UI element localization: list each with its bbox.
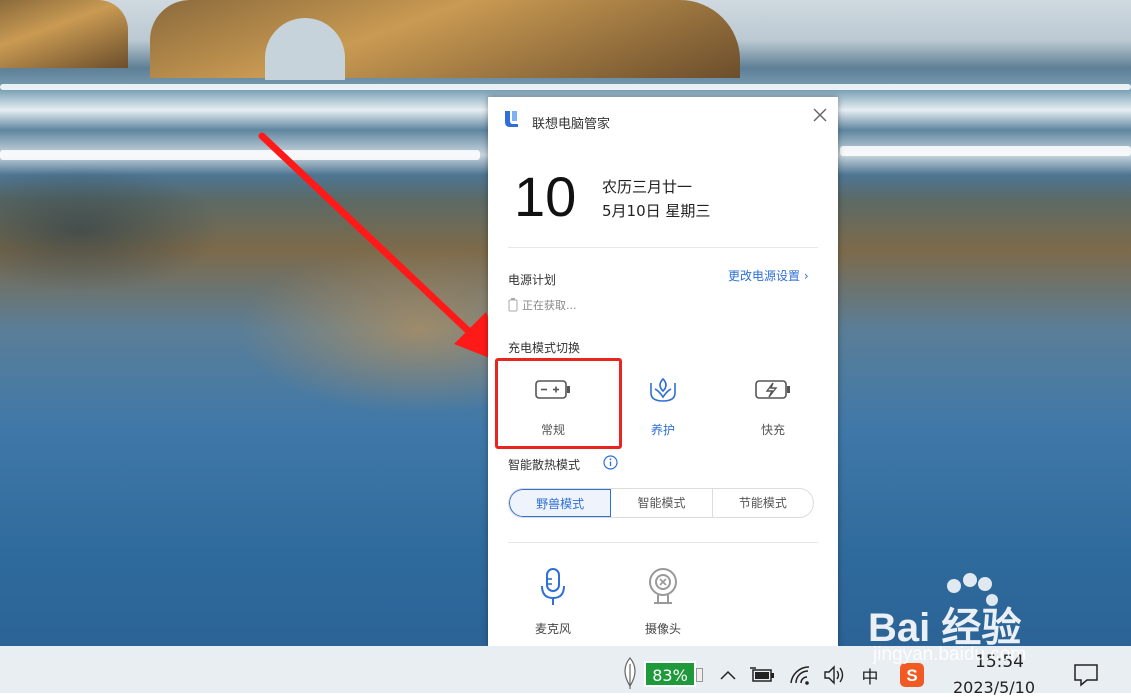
power-status: 正在获取... (508, 297, 577, 313)
battery-small-icon (508, 298, 518, 312)
watermark-site: jingyan.baidu.com (873, 644, 1027, 665)
charge-mode-care-label: 养护 (650, 423, 675, 437)
charge-mode-fast-button[interactable]: 快充 (723, 361, 823, 441)
lenovo-pc-manager-popup: 联想电脑管家 10 农历三月廿一 5月10日 星期三 电源计划 更改电源设置 ›… (488, 97, 838, 647)
show-hidden-icons-button[interactable] (716, 660, 740, 690)
red-highlight-box (495, 358, 622, 449)
battery-tip (696, 668, 703, 682)
charge-mode-fast-label: 快充 (760, 423, 785, 437)
close-icon[interactable] (811, 106, 829, 124)
network-tray-button[interactable] (788, 660, 814, 690)
battery-fast-charge-icon (755, 380, 790, 399)
volume-tray-button[interactable] (822, 660, 848, 690)
battery-percentage-indicator[interactable]: 83% (644, 661, 696, 687)
lunar-date: 农历三月廿一 (602, 178, 693, 196)
chevron-up-icon (720, 670, 736, 680)
date-weekday: 5月10日 星期三 (602, 202, 711, 220)
charge-mode-label: 充电模式切换 (508, 341, 581, 355)
battery-plug-icon (750, 667, 774, 682)
lenovo-manager-logo (505, 111, 518, 127)
battery-care-icon (650, 377, 676, 402)
speaker-icon (824, 665, 844, 685)
microphone-icon (541, 568, 565, 605)
leaf-icon (624, 657, 636, 689)
camera-icon (649, 568, 677, 604)
microphone-label: 麦克风 (534, 622, 571, 636)
thermal-mode-beast[interactable]: 野兽模式 (509, 489, 612, 517)
info-icon[interactable] (603, 455, 618, 470)
lenovo-leaf-tray-icon[interactable] (618, 654, 642, 692)
thermal-mode-switch: 野兽模式 智能模式 节能模式 (508, 488, 814, 518)
camera-label: 摄像头 (644, 622, 681, 636)
power-plan-label: 电源计划 (508, 273, 557, 287)
divider (508, 542, 818, 543)
divider (508, 247, 818, 248)
camera-toggle[interactable]: 摄像头 (628, 567, 698, 637)
power-status-text: 正在获取... (522, 299, 577, 312)
thermal-mode-label: 智能散热模式 (508, 458, 581, 472)
microphone-toggle[interactable]: 麦克风 (518, 567, 588, 637)
power-tray-button[interactable] (748, 660, 778, 690)
thermal-mode-smart[interactable]: 智能模式 (611, 489, 713, 517)
change-power-settings-link[interactable]: 更改电源设置 › (728, 267, 809, 284)
charge-mode-care-button[interactable]: 养护 (613, 361, 713, 441)
app-title: 联想电脑管家 (532, 117, 611, 132)
wifi-icon (790, 666, 810, 685)
day-number: 10 (514, 165, 577, 228)
thermal-mode-eco[interactable]: 节能模式 (713, 489, 813, 517)
clock-date[interactable]: 2023/5/10 (953, 678, 1035, 697)
